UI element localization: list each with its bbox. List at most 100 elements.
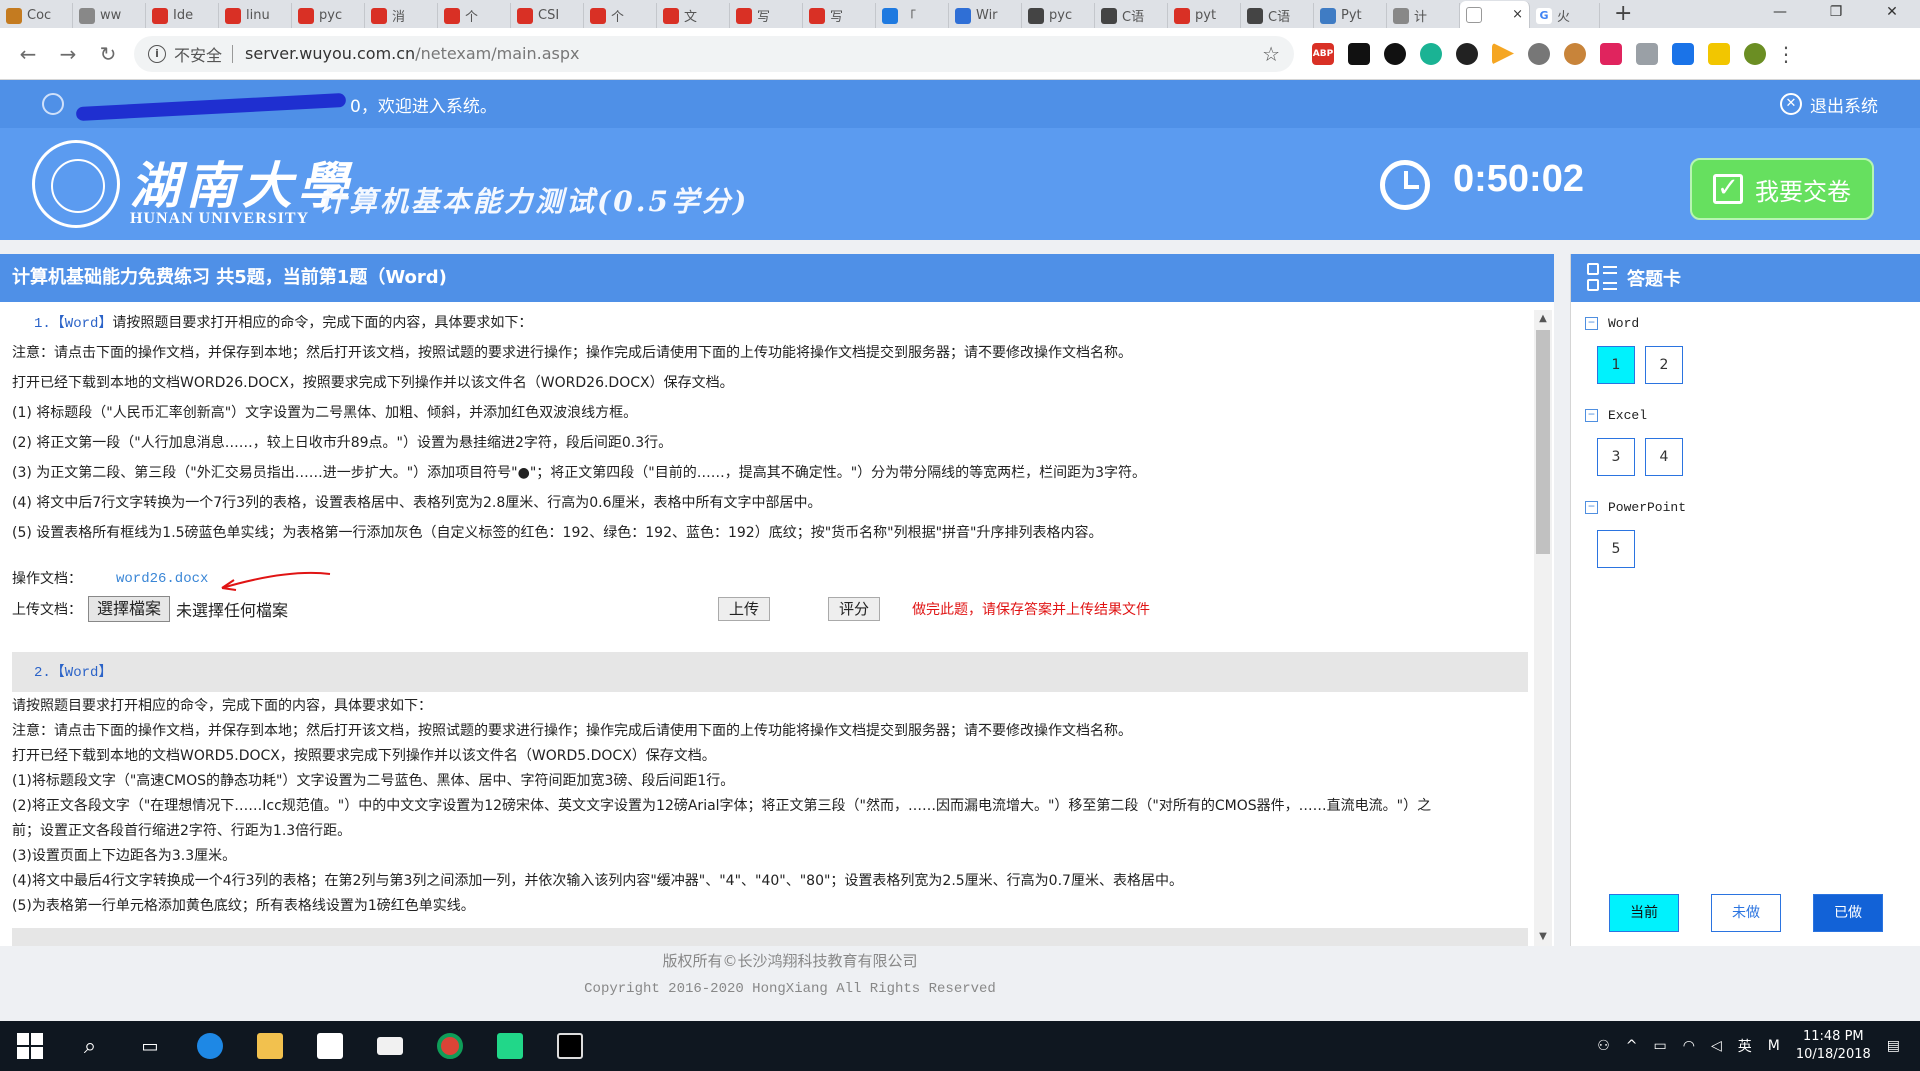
chrome-icon[interactable] [420, 1021, 480, 1071]
browser-menu-icon[interactable]: ⋮ [1776, 42, 1796, 66]
scroll-up-icon[interactable]: ▲ [1534, 310, 1552, 328]
avatar[interactable] [1744, 42, 1766, 65]
question-number-button[interactable]: 4 [1645, 438, 1683, 476]
submit-exam-button[interactable]: ✓ 我要交卷 [1690, 158, 1874, 220]
ime-indicator[interactable]: 英 [1738, 1036, 1752, 1056]
footer-copyright-cn: 版权所有©长沙鸿翔科技教育有限公司 [662, 952, 918, 970]
battery-icon[interactable]: ▭ [1654, 1038, 1667, 1054]
people-icon[interactable]: ⚇ [1597, 1038, 1610, 1054]
volume-icon[interactable]: ◁ [1711, 1038, 1722, 1054]
browser-tab[interactable]: CSI [511, 3, 584, 28]
extension-icon[interactable] [1600, 42, 1622, 65]
tab-favicon-icon [371, 7, 387, 24]
browser-tab[interactable]: 计 [1387, 3, 1460, 28]
terminal-icon[interactable] [540, 1021, 600, 1071]
browser-tab[interactable]: ww [73, 3, 146, 28]
bookmark-star-icon[interactable]: ☆ [1262, 42, 1280, 66]
extension-icon[interactable] [1420, 42, 1442, 65]
browser-tabstrip: Coc ww Ide linu pyc 消 个 CSI 个 文 写 写 「 Wir pyc C语 pyt C语 Py… [0, 0, 1920, 28]
question-number-button[interactable]: 5 [1597, 530, 1635, 568]
extension-icon[interactable] [1456, 42, 1478, 65]
question-number-button[interactable]: 1 [1597, 346, 1635, 384]
start-button[interactable] [0, 1021, 60, 1071]
question-line: (2)将正文各段文字（"在理想情况下……Icc规范值。"）中的中文文字设置为12… [12, 798, 1432, 814]
browser-tab[interactable]: Coc [0, 3, 73, 28]
system-clock[interactable]: 11:48 PM 10/18/2018 [1796, 1028, 1871, 1064]
browser-tab[interactable]: 写 [730, 3, 803, 28]
extension-icon[interactable] [1348, 42, 1370, 65]
tab-favicon-icon [955, 7, 971, 24]
scroll-down-icon[interactable]: ▼ [1534, 928, 1552, 946]
minimize-button[interactable]: — [1752, 0, 1808, 28]
notifications-icon[interactable]: ▤ [1887, 1038, 1900, 1054]
answer-group-label[interactable]: − PowerPoint [1585, 494, 1920, 520]
reload-button[interactable]: ↻ [88, 42, 128, 66]
browser-tab[interactable]: Ide [146, 3, 219, 28]
browser-tab[interactable]: C语 [1095, 3, 1168, 28]
play-icon[interactable] [1492, 42, 1514, 65]
submit-label: 我要交卷 [1755, 177, 1851, 206]
question-number-button[interactable]: 2 [1645, 346, 1683, 384]
collapse-icon[interactable]: − [1585, 500, 1598, 514]
browser-tab[interactable]: 文 [657, 3, 730, 28]
collapse-icon[interactable]: − [1585, 408, 1598, 422]
mail-icon[interactable] [360, 1021, 420, 1071]
exam-banner: 湖南大學 HUNAN UNIVERSITY 计算机基本能力测试(0.5学分) 0… [0, 128, 1920, 240]
forward-button[interactable]: → [48, 42, 88, 66]
question-3-head [12, 928, 1528, 946]
question-number-button[interactable]: 3 [1597, 438, 1635, 476]
pycharm-icon[interactable] [480, 1021, 540, 1071]
extension-icon[interactable] [1708, 42, 1730, 65]
restore-button[interactable]: ❐ [1808, 0, 1864, 28]
back-button[interactable]: ← [8, 42, 48, 66]
cookie-icon[interactable] [1564, 42, 1586, 65]
browser-tab[interactable]: pyt [1168, 3, 1241, 28]
upload-button[interactable]: 上传 [718, 597, 771, 621]
task-view-icon[interactable]: ▭ [120, 1021, 180, 1071]
tray-expand-icon[interactable]: ^ [1626, 1038, 1638, 1054]
browser-tab[interactable]: 个 [438, 3, 511, 28]
browser-tab[interactable]: 个 [584, 3, 657, 28]
ime-mode-icon[interactable]: M [1768, 1038, 1780, 1054]
edge-icon[interactable] [180, 1021, 240, 1071]
browser-tab[interactable]: pyc [292, 3, 365, 28]
browser-tab[interactable]: 写 [803, 3, 876, 28]
answer-group-label[interactable]: − Word [1585, 310, 1920, 336]
close-window-button[interactable]: ✕ [1864, 0, 1920, 28]
close-tab-icon[interactable]: × [1512, 7, 1523, 22]
tab-title: pyc [1049, 8, 1073, 23]
browser-tab[interactable]: linu [219, 3, 292, 28]
scroll-thumb[interactable] [1536, 330, 1550, 554]
address-bar[interactable]: i 不安全 server.wuyou.com.cn/netexam/main.a… [134, 35, 1294, 72]
annotation-arrow [221, 571, 331, 591]
new-tab-button[interactable]: + [1600, 2, 1646, 28]
collapse-icon[interactable]: − [1585, 316, 1598, 330]
question-scrollbar[interactable]: ▲ ▼ [1534, 310, 1552, 946]
logout-button[interactable]: ✕ 退出系统 [1780, 92, 1878, 117]
browser-tab[interactable]: 消 [365, 3, 438, 28]
choose-file-button[interactable]: 選擇檔案 [88, 596, 171, 622]
extension-icon[interactable] [1384, 42, 1406, 65]
network-icon[interactable]: ◠ [1683, 1038, 1695, 1054]
extension-icon[interactable] [1528, 42, 1550, 65]
logout-icon: ✕ [1780, 93, 1802, 115]
browser-tab[interactable]: Wir [949, 3, 1022, 28]
answer-card-header: 答题卡 [1571, 254, 1920, 302]
question-line: 请按照题目要求打开相应的命令，完成下面的内容，具体要求如下： [12, 698, 432, 714]
file-explorer-icon[interactable] [240, 1021, 300, 1071]
answer-group-label[interactable]: − Excel [1585, 402, 1920, 428]
extension-icon[interactable] [1636, 42, 1658, 65]
browser-tab[interactable]: C语 [1241, 3, 1314, 28]
store-icon[interactable] [300, 1021, 360, 1071]
extension-icon[interactable] [1672, 42, 1694, 65]
browser-tab[interactable]: 「 [876, 3, 949, 28]
tab-last[interactable]: G 火 [1530, 3, 1600, 28]
info-icon[interactable]: i [148, 44, 166, 63]
active-tab[interactable]: × [1460, 1, 1530, 28]
operation-doc-link[interactable]: word26.docx [116, 564, 208, 594]
browser-tab[interactable]: pyc [1022, 3, 1095, 28]
adblock-icon[interactable]: ABP [1312, 42, 1334, 65]
search-icon[interactable]: ⌕ [60, 1021, 120, 1071]
browser-tab[interactable]: Pyt [1314, 3, 1387, 28]
grade-button[interactable]: 评分 [828, 597, 881, 621]
